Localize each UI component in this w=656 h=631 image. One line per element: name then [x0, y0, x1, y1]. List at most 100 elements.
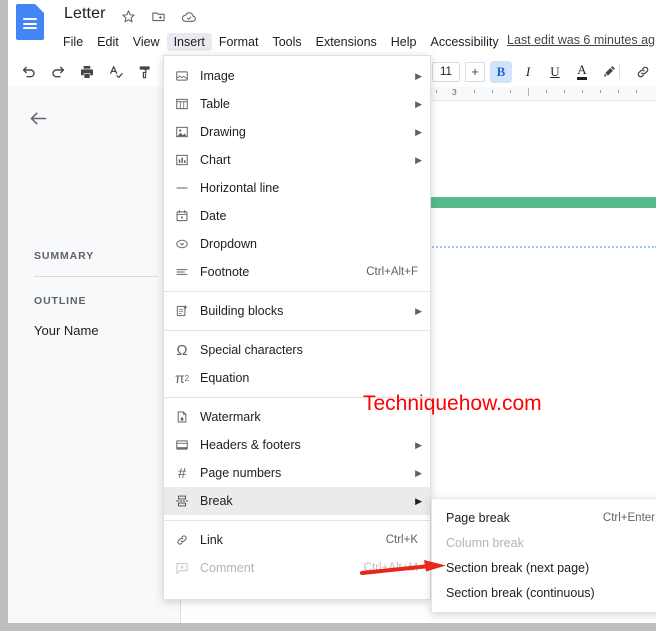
menu-item-shortcut: Ctrl+K	[385, 534, 418, 546]
submenu-item-section-break-next-page[interactable]: Section break (next page)	[432, 555, 656, 580]
watermark-text: Techniquehow.com	[363, 392, 542, 415]
highlight-color-button[interactable]	[598, 61, 620, 83]
underline-button[interactable]: U	[544, 61, 566, 83]
equation-icon: π2	[174, 370, 190, 386]
menu-tools[interactable]: Tools	[265, 33, 308, 51]
menu-item-horizontal-line[interactable]: Horizontal line	[164, 174, 430, 202]
menu-item-label: Chart	[200, 153, 231, 167]
outline-item-your-name[interactable]: Your Name	[34, 323, 99, 338]
menu-item-label: Equation	[200, 371, 250, 385]
italic-button[interactable]: I	[517, 61, 539, 83]
dropdown-icon	[164, 237, 200, 251]
document-title[interactable]: Letter	[64, 5, 106, 23]
redo-icon[interactable]	[49, 63, 66, 80]
menu-accessibility[interactable]: Accessibility	[424, 33, 506, 51]
menu-item-date[interactable]: Date	[164, 202, 430, 230]
menu-item-building-blocks[interactable]: Building blocks ▶	[164, 297, 430, 325]
menu-view[interactable]: View	[126, 33, 167, 51]
menu-format[interactable]: Format	[212, 33, 266, 51]
menu-item-label: Headers & footers	[200, 438, 301, 452]
back-arrow-icon[interactable]	[28, 108, 50, 130]
red-pointer-arrow	[360, 558, 450, 585]
menu-item-page-numbers[interactable]: # Page numbers ▶	[164, 459, 430, 487]
bold-button[interactable]: B	[490, 60, 512, 83]
watermark-icon	[164, 410, 200, 424]
submenu-item-label: Column break	[446, 535, 524, 550]
menu-item-label: Table	[200, 97, 230, 111]
undo-icon[interactable]	[20, 63, 37, 80]
menu-edit[interactable]: Edit	[90, 33, 126, 51]
title-icon-group	[120, 8, 197, 25]
menu-bar: File Edit View Insert Format Tools Exten…	[56, 31, 506, 53]
link-icon	[164, 533, 200, 547]
submenu-item-page-break[interactable]: Page break Ctrl+Enter	[432, 505, 656, 530]
menu-item-table[interactable]: Table ▶	[164, 90, 430, 118]
spelling-check-icon[interactable]	[107, 63, 124, 80]
print-icon[interactable]	[78, 63, 95, 80]
menu-item-break[interactable]: Break ▶	[164, 487, 430, 515]
chart-icon	[164, 153, 200, 167]
menu-item-label: Link	[200, 533, 223, 547]
omega-icon: Ω	[176, 341, 188, 359]
comment-icon	[164, 561, 200, 575]
chevron-right-icon: ▶	[415, 467, 422, 478]
menu-item-label: Special characters	[200, 343, 303, 357]
headers-footers-icon	[164, 438, 200, 452]
outline-sidebar: SUMMARY OUTLINE Your Name	[8, 87, 164, 623]
menu-item-footnote[interactable]: Footnote Ctrl+Alt+F	[164, 258, 430, 286]
submenu-item-label: Section break (next page)	[446, 560, 590, 575]
menu-item-shortcut: Ctrl+Alt+F	[366, 266, 418, 278]
menu-item-special-characters[interactable]: Ω Special characters	[164, 336, 430, 364]
paint-format-icon[interactable]	[136, 63, 153, 80]
cloud-saved-icon[interactable]	[180, 8, 197, 25]
menu-item-label: Image	[200, 69, 235, 83]
toolbar-right-group: 11 + B I U A	[432, 56, 654, 87]
font-size-input[interactable]: 11	[432, 61, 460, 82]
menu-item-link[interactable]: Link Ctrl+K	[164, 526, 430, 554]
move-to-folder-icon[interactable]	[150, 8, 167, 25]
menu-extensions[interactable]: Extensions	[309, 33, 384, 51]
sidebar-divider	[34, 276, 164, 277]
chevron-right-icon: ▶	[415, 98, 422, 109]
menu-item-label: Horizontal line	[200, 181, 280, 195]
menu-item-dropdown[interactable]: Dropdown	[164, 230, 430, 258]
title-bar: Letter	[8, 0, 656, 40]
summary-heading: SUMMARY	[34, 250, 95, 262]
menu-help[interactable]: Help	[384, 33, 424, 51]
google-docs-window: Letter File Edit View Insert Format Tool…	[8, 0, 656, 623]
menu-item-label: Drawing	[200, 125, 246, 139]
ruler-mark-3: 3	[452, 87, 457, 97]
submenu-item-section-break-continuous[interactable]: Section break (continuous)	[432, 580, 656, 605]
submenu-item-column-break: Column break	[432, 530, 656, 555]
star-icon[interactable]	[120, 8, 137, 25]
menu-item-label: Break	[200, 494, 233, 508]
image-icon	[164, 69, 200, 83]
google-docs-logo	[16, 4, 44, 40]
toolbar-left-icons	[20, 56, 153, 87]
submenu-item-label: Section break (continuous)	[446, 585, 595, 600]
drawing-icon	[164, 125, 200, 139]
building-blocks-icon	[164, 304, 200, 318]
insert-link-button[interactable]	[632, 61, 654, 83]
menu-insert[interactable]: Insert	[166, 33, 212, 51]
increase-font-size-button[interactable]: +	[465, 61, 485, 82]
outline-heading: OUTLINE	[34, 295, 87, 307]
menu-item-image[interactable]: Image ▶	[164, 62, 430, 90]
menu-item-label: Page numbers	[200, 466, 282, 480]
menu-file[interactable]: File	[56, 33, 90, 51]
text-color-button[interactable]: A	[571, 61, 593, 83]
menu-item-equation[interactable]: π2 Equation	[164, 364, 430, 392]
toolbar-divider-3	[619, 64, 620, 79]
menu-item-headers-footers[interactable]: Headers & footers ▶	[164, 431, 430, 459]
menu-item-label: Footnote	[200, 265, 250, 279]
menu-item-drawing[interactable]: Drawing ▶	[164, 118, 430, 146]
menu-item-label: Date	[200, 209, 227, 223]
logo-fold	[35, 4, 44, 13]
text-color-letter: A	[577, 63, 587, 80]
page-numbers-icon: #	[177, 464, 187, 482]
menu-item-chart[interactable]: Chart ▶	[164, 146, 430, 174]
submenu-item-shortcut: Ctrl+Enter	[602, 511, 655, 524]
last-edit-status[interactable]: Last edit was 6 minutes ag	[507, 33, 655, 47]
submenu-item-label: Page break	[446, 510, 510, 525]
table-icon	[164, 97, 200, 111]
